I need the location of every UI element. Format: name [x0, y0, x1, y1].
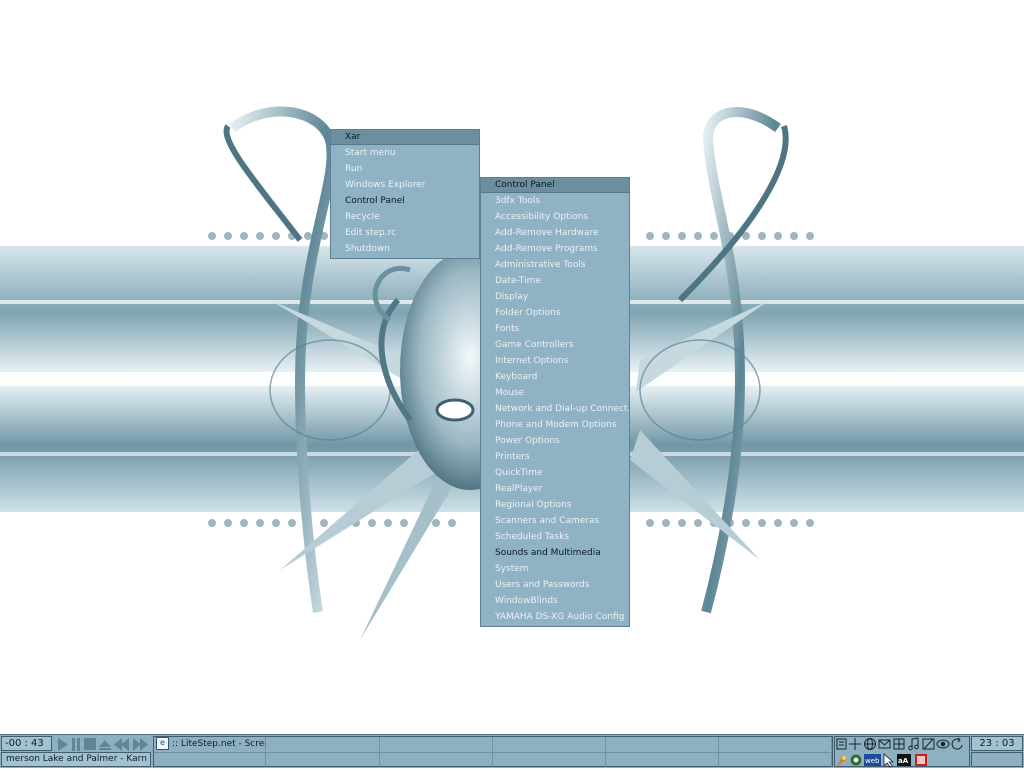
xar-popup-menu: Xar Start menu Run Windows Explorer Cont… [330, 129, 480, 259]
cp-item-administrative-tools[interactable]: Administrative Tools [481, 257, 629, 273]
cp-item-realplayer[interactable]: RealPlayer [481, 481, 629, 497]
system-tray: web aA [834, 736, 970, 768]
pen-icon [922, 738, 935, 750]
cp-item-add-remove-programs[interactable]: Add-Remove Programs [481, 241, 629, 257]
menu-item-edit-step-rc[interactable]: Edit step.rc [331, 225, 479, 241]
player-controls [54, 736, 151, 751]
task-slot [719, 737, 832, 751]
task-slot [719, 753, 832, 767]
cp-item-folder-options[interactable]: Folder Options [481, 305, 629, 321]
svg-text:web: web [865, 757, 880, 765]
cp-item-system[interactable]: System [481, 561, 629, 577]
mail-icon [878, 739, 891, 749]
cp-item-scanners-cameras[interactable]: Scanners and Cameras [481, 513, 629, 529]
eject-icon [99, 740, 111, 747]
cross-icon [849, 738, 861, 750]
cp-item-phone-modem-options[interactable]: Phone and Modem Options [481, 417, 629, 433]
eye-icon [936, 739, 950, 749]
task-slot [606, 753, 719, 767]
clock-lower-panel [971, 752, 1023, 767]
task-button-litestep[interactable]: e:: LiteStep.net - Screer [154, 737, 266, 751]
cp-item-display[interactable]: Display [481, 289, 629, 305]
task-slot [493, 753, 606, 767]
menu-item-start-menu[interactable]: Start menu [331, 145, 479, 161]
network-icon [893, 738, 905, 750]
menu-item-windows-explorer[interactable]: Windows Explorer [331, 177, 479, 193]
task-title: :: LiteStep.net - Screer [172, 739, 266, 749]
xar-menu-title: Xar [331, 130, 479, 145]
task-slot [380, 737, 493, 751]
pointer-icon [883, 753, 895, 768]
cp-item-add-remove-hardware[interactable]: Add-Remove Hardware [481, 225, 629, 241]
task-list: e:: LiteStep.net - Screer [153, 736, 833, 767]
cp-item-power-options[interactable]: Power Options [481, 433, 629, 449]
cp-item-internet-options[interactable]: Internet Options [481, 353, 629, 369]
menu-item-shutdown[interactable]: Shutdown [331, 241, 479, 257]
cp-item-quicktime[interactable]: QuickTime [481, 465, 629, 481]
task-slot [266, 753, 380, 767]
cp-item-fonts[interactable]: Fonts [481, 321, 629, 337]
cp-item-printers[interactable]: Printers [481, 449, 629, 465]
cp-item-users-passwords[interactable]: Users and Passwords [481, 577, 629, 593]
cp-item-sounds-multimedia[interactable]: Sounds and Multimedia [481, 545, 629, 561]
menu-item-run[interactable]: Run [331, 161, 479, 177]
music-icon [908, 737, 919, 751]
player-time-display[interactable]: -00 : 43 [1, 736, 52, 751]
cp-item-network-dialup[interactable]: Network and Dial-up Connect... [481, 401, 629, 417]
taskbar: -00 : 43 merson Lake and Palmer - Karn E… [0, 734, 1024, 768]
task-slot [380, 753, 493, 767]
menu-item-control-panel[interactable]: Control Panel [331, 193, 479, 209]
cp-item-game-controllers[interactable]: Game Controllers [481, 337, 629, 353]
clock[interactable]: 23 : 03 [971, 736, 1023, 751]
task-slot [266, 737, 380, 751]
cp-item-regional-options[interactable]: Regional Options [481, 497, 629, 513]
refresh-icon [951, 737, 963, 750]
cp-item-accessibility-options[interactable]: Accessibility Options [481, 209, 629, 225]
control-panel-menu-title: Control Panel [481, 178, 629, 193]
previous-icon [114, 738, 122, 751]
pause-icon-left [72, 738, 75, 751]
cp-item-3dfx-tools[interactable]: 3dfx Tools [481, 193, 629, 209]
svg-text:aA: aA [898, 757, 909, 765]
tray-icons: web aA [836, 737, 963, 768]
play-icon [58, 738, 68, 751]
pause-icon-right [77, 738, 80, 751]
stop-icon [84, 738, 96, 750]
cp-item-scheduled-tasks[interactable]: Scheduled Tasks [481, 529, 629, 545]
cp-item-keyboard[interactable]: Keyboard [481, 369, 629, 385]
player-control-icons [58, 738, 148, 751]
control-panel-submenu: Control Panel 3dfx Tools Accessibility O… [480, 177, 630, 627]
cp-item-mouse[interactable]: Mouse [481, 385, 629, 401]
font-icon: aA [897, 754, 911, 766]
list-icon [836, 738, 847, 750]
cp-item-windowblinds[interactable]: WindowBlinds [481, 593, 629, 609]
next-icon [133, 738, 141, 751]
globe-icon [864, 738, 876, 750]
menu-item-recycle[interactable]: Recycle [331, 209, 479, 225]
rocket-icon [837, 755, 847, 766]
media-icon [915, 754, 927, 766]
task-slot [154, 753, 266, 767]
task-slot [493, 737, 606, 751]
recycle-icon [850, 754, 862, 766]
player-track-title[interactable]: merson Lake and Palmer - Karn Ev [1, 752, 151, 767]
cp-item-yamaha-audio-config[interactable]: YAMAHA DS-XG Audio Config [481, 609, 629, 625]
cp-item-date-time[interactable]: Date-Time [481, 273, 629, 289]
web-badge-icon: web [864, 754, 881, 766]
internet-explorer-icon: e [156, 737, 169, 750]
task-slot [606, 737, 719, 751]
